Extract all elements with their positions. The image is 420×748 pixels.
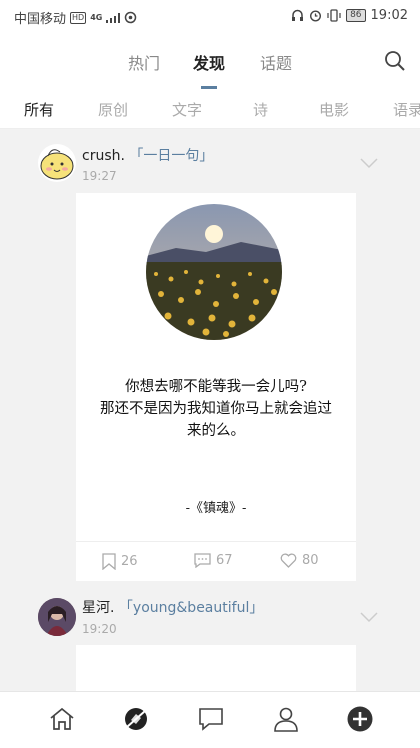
hd-badge: HD — [70, 11, 87, 24]
sync-icon — [125, 11, 137, 24]
tab-hot[interactable]: 热门 — [128, 50, 160, 74]
username-text[interactable]: crush. — [82, 148, 125, 164]
category-all[interactable]: 所有 — [24, 99, 54, 120]
battery-level: 86 — [346, 9, 366, 22]
clock: 19:02 — [370, 8, 408, 23]
headphone-icon — [292, 9, 304, 21]
signal-icon — [106, 12, 121, 23]
bookmark-action[interactable]: 26 — [102, 553, 138, 570]
active-tab-indicator — [201, 86, 217, 89]
profile-icon[interactable] — [273, 706, 299, 732]
category-quotes[interactable]: 语录 — [393, 99, 420, 120]
post-topic-tag[interactable]: 「一日一句」 — [129, 148, 213, 164]
quote-line: 你想去哪不能等我一会儿吗? — [125, 379, 307, 395]
comment-action[interactable]: 67 — [194, 553, 233, 568]
tab-discover[interactable]: 发现 — [193, 50, 225, 74]
quote-text: 你想去哪不能等我一会儿吗? 那还不是因为我知道你马上就会追过 来的么。 — [76, 376, 356, 442]
quote-source: -《镇魂》- — [185, 501, 247, 516]
bookmark-count: 26 — [121, 554, 138, 569]
vibrate-icon — [327, 9, 341, 22]
username-text[interactable]: 星河. — [82, 600, 114, 616]
heart-icon — [280, 553, 297, 568]
post-image — [146, 204, 282, 340]
post-time: 19:27 — [82, 169, 117, 183]
network-type: 4G — [90, 13, 103, 22]
like-action[interactable]: 80 — [280, 553, 319, 568]
carrier-name: 中国移动 — [14, 12, 67, 27]
home-icon[interactable] — [49, 706, 75, 732]
chevron-down-icon[interactable] — [360, 611, 378, 623]
message-icon[interactable] — [198, 706, 224, 732]
top-navigation: 热门 发现 话题 — [0, 32, 420, 90]
status-bar: 中国移动 HD 4G 86 19:02 — [0, 0, 420, 32]
post-card[interactable] — [76, 645, 356, 691]
category-original[interactable]: 原创 — [98, 99, 128, 120]
add-icon[interactable] — [347, 706, 373, 732]
post-username[interactable]: crush. 「一日一句」 — [82, 145, 213, 165]
post-username[interactable]: 星河. 「young&beautiful」 — [82, 597, 263, 617]
comment-count: 67 — [216, 553, 233, 568]
post-card[interactable]: 你想去哪不能等我一会儿吗? 那还不是因为我知道你马上就会追过 来的么。 -《镇魂… — [76, 193, 356, 581]
like-count: 80 — [302, 553, 319, 568]
post-topic-tag[interactable]: 「young&beautiful」 — [119, 600, 263, 616]
post-time: 19:20 — [82, 622, 117, 636]
search-icon[interactable] — [384, 50, 406, 72]
bookmark-icon — [102, 553, 116, 570]
tab-topics[interactable]: 话题 — [260, 50, 292, 74]
quote-line: 来的么。 — [187, 423, 245, 439]
category-strip: 所有 原创 文字 诗 电影 语录 — [0, 90, 420, 129]
category-movie[interactable]: 电影 — [319, 99, 349, 120]
bottom-tab-bar — [0, 691, 420, 748]
category-text[interactable]: 文字 — [172, 99, 202, 120]
comment-icon — [194, 553, 211, 568]
avatar[interactable] — [38, 144, 76, 182]
discover-icon[interactable] — [123, 706, 149, 732]
quote-line: 那还不是因为我知道你马上就会追过 — [100, 401, 332, 417]
avatar[interactable] — [38, 598, 76, 636]
category-poetry[interactable]: 诗 — [253, 99, 268, 120]
post-actions: 26 67 80 — [76, 541, 356, 582]
chevron-down-icon[interactable] — [360, 157, 378, 169]
alarm-icon — [310, 10, 322, 22]
